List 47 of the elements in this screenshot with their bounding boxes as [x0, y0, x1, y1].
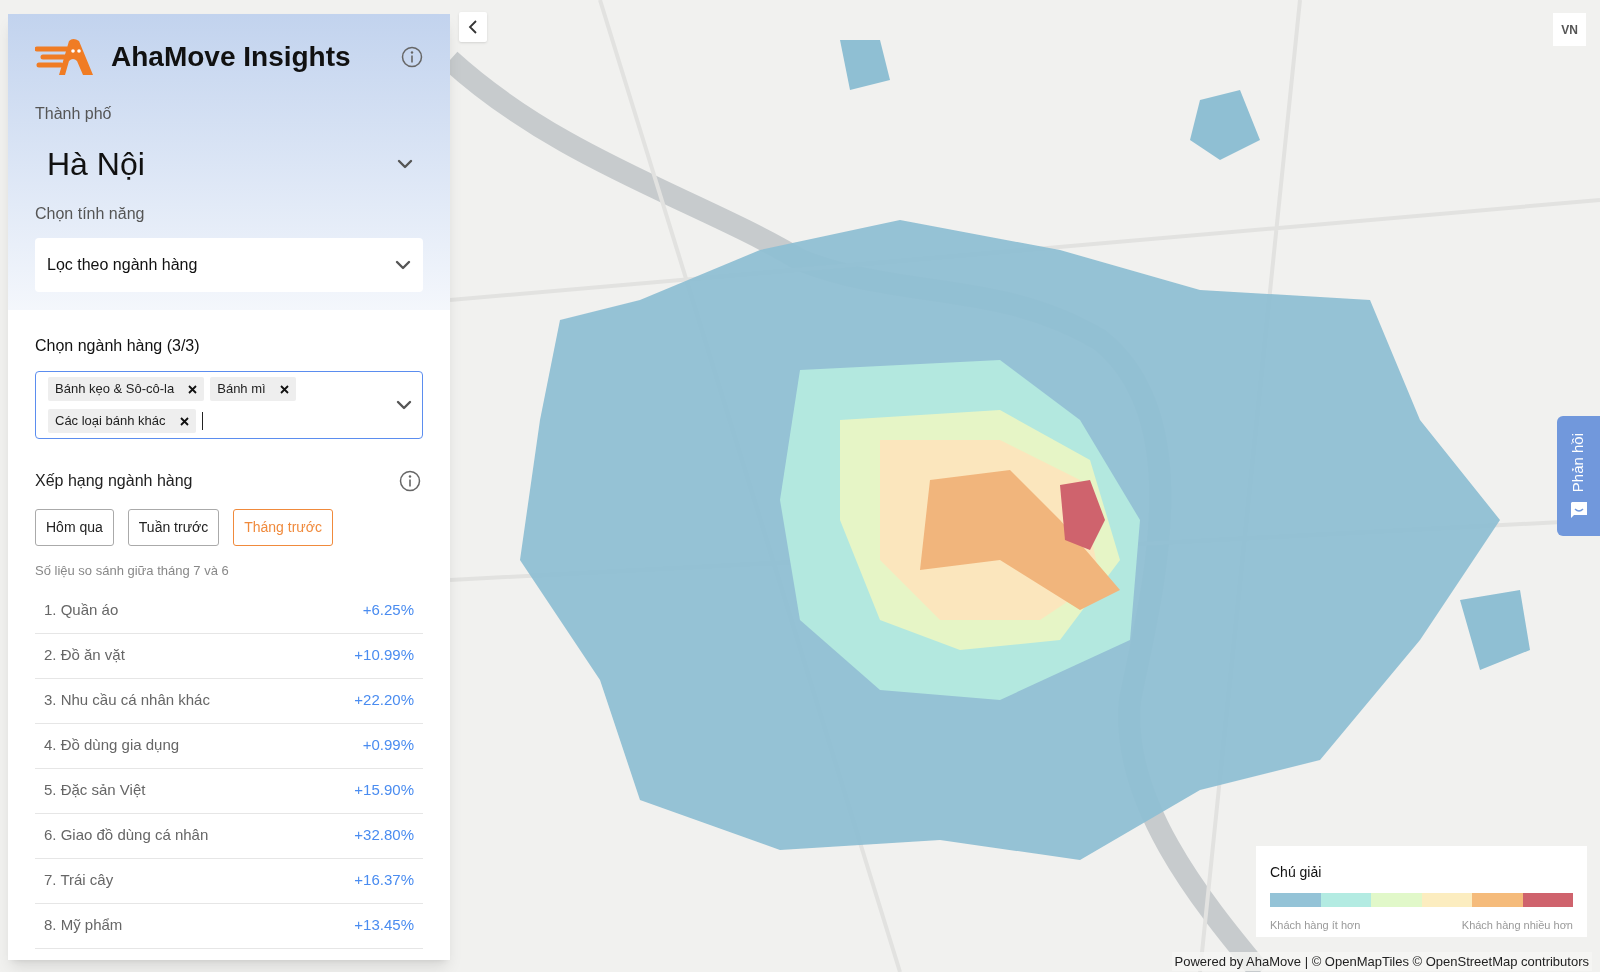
- category-tag: Các loại bánh khác: [48, 409, 196, 433]
- ranking-item: 1. Quần áo: [44, 600, 119, 621]
- category-tag: Bánh kẹo & Sô-cô-la: [48, 377, 205, 401]
- chevron-down-icon: [395, 260, 411, 270]
- chevron-left-icon: [468, 20, 478, 34]
- ranking-item: 8. Mỹ phẩm: [44, 915, 123, 936]
- info-icon[interactable]: [399, 470, 421, 492]
- change-value: +10.99%: [354, 645, 414, 666]
- ranking-item: 3. Nhu cầu cá nhân khác: [44, 690, 210, 711]
- category-tag: Bánh mì: [210, 377, 296, 401]
- ranking-item: 5. Đặc sản Việt: [44, 780, 146, 801]
- ranking-item: 6. Giao đồ dùng cá nhân: [44, 825, 209, 846]
- ranking-item: 2. Đồ ăn vặt: [44, 645, 125, 666]
- change-value: +16.37%: [354, 870, 414, 891]
- legend-low-label: Khách hàng ít hơn: [1270, 918, 1361, 933]
- remove-icon[interactable]: [179, 416, 189, 426]
- info-icon[interactable]: [401, 46, 423, 68]
- period-button[interactable]: Hôm qua: [35, 509, 114, 546]
- city-label: Thành phố: [35, 104, 113, 124]
- ranking-item: 7. Trái cây: [44, 870, 114, 891]
- category-label: Chọn ngành hàng (3/3): [35, 336, 201, 356]
- comparison-note: Số liệu so sánh giữa tháng 7 và 6: [35, 562, 230, 580]
- remove-icon[interactable]: [279, 384, 289, 394]
- text-cursor: [201, 412, 203, 430]
- chevron-down-icon: [396, 400, 412, 410]
- logo-icon: [35, 37, 95, 77]
- category-multiselect[interactable]: Bánh kẹo & Sô-cô-la Bánh mì Các loại bánh khác: [35, 371, 423, 439]
- remove-icon[interactable]: [188, 384, 198, 394]
- ranking-item: 4. Đồ dùng gia dụng: [44, 735, 180, 756]
- change-value: +6.25%: [362, 600, 414, 621]
- change-value: +0.99%: [362, 735, 414, 756]
- feature-select[interactable]: Lọc theo ngành hàng: [35, 238, 423, 292]
- legend-high-label: Khách hàng nhiều hơn: [1461, 918, 1573, 933]
- period-button[interactable]: Tuần trước: [127, 509, 220, 546]
- city-select[interactable]: Hà Nội: [35, 140, 423, 188]
- collapse-button[interactable]: [459, 12, 487, 42]
- app-title: AhaMove Insights: [111, 40, 352, 74]
- change-value: +13.45%: [354, 915, 414, 936]
- change-value: +32.80%: [354, 825, 414, 846]
- ranking-title: Xếp hạng ngành hàng: [35, 471, 193, 491]
- chat-smile-icon: [1568, 500, 1589, 519]
- region-button[interactable]: VN: [1553, 13, 1586, 46]
- feature-label: Chọn tính năng: [35, 204, 146, 224]
- change-value: +15.90%: [354, 780, 414, 801]
- chevron-down-icon: [397, 159, 413, 169]
- change-value: +22.20%: [354, 690, 414, 711]
- legend-title: Chú giải: [1270, 863, 1323, 882]
